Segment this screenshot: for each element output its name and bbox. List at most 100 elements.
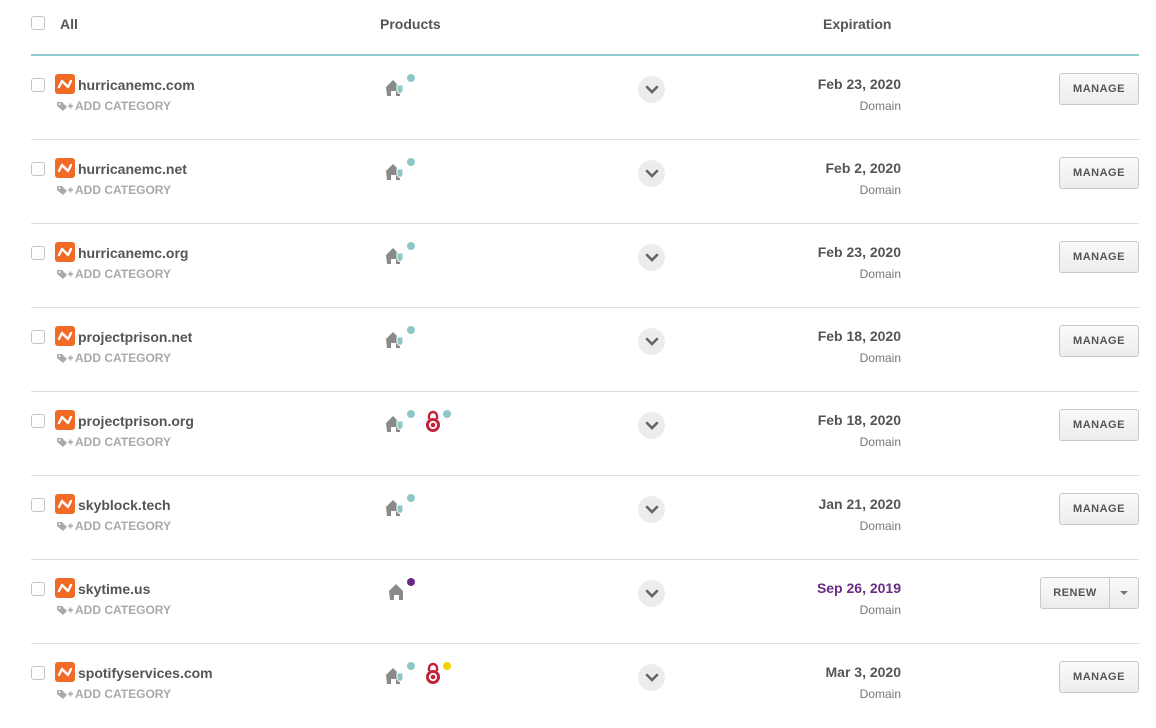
row-checkbox[interactable] xyxy=(31,666,45,680)
add-category-label: ADD CATEGORY xyxy=(75,267,171,281)
manage-button[interactable]: MANAGE xyxy=(1059,661,1139,693)
manage-button[interactable]: MANAGE xyxy=(1059,409,1139,441)
manage-button[interactable]: MANAGE xyxy=(1059,241,1139,273)
add-category-link[interactable]: ADD CATEGORY xyxy=(56,435,171,449)
namecheap-logo-icon xyxy=(55,326,75,346)
row-checkbox[interactable] xyxy=(31,78,45,92)
expiration-date: Feb 18, 2020 xyxy=(817,328,901,344)
manage-button[interactable]: MANAGE xyxy=(1059,325,1139,357)
product-type-label: Domain xyxy=(859,687,901,701)
tag-plus-icon xyxy=(57,522,73,531)
tag-plus-icon xyxy=(57,270,73,279)
namecheap-logo-icon xyxy=(55,74,75,94)
hosting-shield-icon[interactable] xyxy=(386,410,418,434)
hosting-shield-icon[interactable] xyxy=(386,158,418,182)
row-checkbox[interactable] xyxy=(31,582,45,596)
expand-details-button[interactable] xyxy=(638,664,665,691)
domain-name-link[interactable]: skytime.us xyxy=(78,581,150,597)
ssl-lock-icon[interactable] xyxy=(424,410,456,434)
expiration-date: Feb 2, 2020 xyxy=(825,160,902,176)
hosting-icon[interactable] xyxy=(389,578,421,602)
hosting-shield-icon[interactable] xyxy=(386,326,418,350)
chevron-down-icon xyxy=(645,505,658,514)
domain-row: hurricanemc.com ADD CATEGORY Feb 23, 202… xyxy=(0,56,1156,140)
product-type-label: Domain xyxy=(859,603,901,617)
row-checkbox[interactable] xyxy=(31,498,45,512)
product-type-label: Domain xyxy=(859,519,901,533)
domain-row: skyblock.tech ADD CATEGORY Jan 21, 2020 … xyxy=(0,476,1156,560)
chevron-down-icon xyxy=(645,589,658,598)
renew-options-button[interactable] xyxy=(1109,577,1139,609)
expiration-date: Feb 23, 2020 xyxy=(817,76,901,92)
namecheap-logo-icon xyxy=(55,242,75,262)
row-checkbox[interactable] xyxy=(31,414,45,428)
chevron-down-icon xyxy=(645,169,658,178)
expand-details-button[interactable] xyxy=(638,328,665,355)
manage-button[interactable]: MANAGE xyxy=(1059,73,1139,105)
expiration-date: Feb 23, 2020 xyxy=(817,244,901,260)
add-category-label: ADD CATEGORY xyxy=(75,603,171,617)
add-category-link[interactable]: ADD CATEGORY xyxy=(56,687,171,701)
add-category-link[interactable]: ADD CATEGORY xyxy=(56,351,171,365)
domain-row: skytime.us ADD CATEGORY Sep 26, 2019 Dom… xyxy=(0,560,1156,644)
add-category-label: ADD CATEGORY xyxy=(75,519,171,533)
expand-details-button[interactable] xyxy=(638,580,665,607)
expand-details-button[interactable] xyxy=(638,412,665,439)
add-category-link[interactable]: ADD CATEGORY xyxy=(56,267,171,281)
all-label: All xyxy=(60,16,78,32)
add-category-label: ADD CATEGORY xyxy=(75,687,171,701)
ssl-lock-icon[interactable] xyxy=(424,662,456,686)
tag-plus-icon xyxy=(57,186,73,195)
hosting-shield-icon[interactable] xyxy=(386,494,418,518)
select-all-checkbox[interactable] xyxy=(31,16,45,30)
domain-row: hurricanemc.net ADD CATEGORY Feb 2, 2020… xyxy=(0,140,1156,224)
namecheap-logo-icon xyxy=(55,662,75,682)
domain-row: hurricanemc.org ADD CATEGORY Feb 23, 202… xyxy=(0,224,1156,308)
add-category-link[interactable]: ADD CATEGORY xyxy=(56,99,171,113)
add-category-link[interactable]: ADD CATEGORY xyxy=(56,183,171,197)
expand-details-button[interactable] xyxy=(638,160,665,187)
domain-row: projectprison.net ADD CATEGORY Feb 18, 2… xyxy=(0,308,1156,392)
expand-details-button[interactable] xyxy=(638,244,665,271)
manage-button[interactable]: MANAGE xyxy=(1059,493,1139,525)
hosting-shield-icon[interactable] xyxy=(386,242,418,266)
renew-button[interactable]: RENEW xyxy=(1040,577,1110,609)
add-category-link[interactable]: ADD CATEGORY xyxy=(56,519,171,533)
domain-name-link[interactable]: skyblock.tech xyxy=(78,497,171,513)
manage-button[interactable]: MANAGE xyxy=(1059,157,1139,189)
tag-plus-icon xyxy=(57,438,73,447)
tag-plus-icon xyxy=(57,354,73,363)
domain-name-link[interactable]: hurricanemc.net xyxy=(78,161,187,177)
tag-plus-icon xyxy=(57,690,73,699)
expiration-date: Sep 26, 2019 xyxy=(816,580,901,596)
hosting-shield-icon[interactable] xyxy=(386,74,418,98)
domain-row: projectprison.org ADD CATEGORY Feb 18, 2… xyxy=(0,392,1156,476)
namecheap-logo-icon xyxy=(55,158,75,178)
product-type-label: Domain xyxy=(859,351,901,365)
namecheap-logo-icon xyxy=(55,578,75,598)
add-category-label: ADD CATEGORY xyxy=(75,183,171,197)
table-header: All Products Expiration xyxy=(0,0,1156,56)
domain-name-link[interactable]: spotifyservices.com xyxy=(78,665,213,681)
product-type-label: Domain xyxy=(859,183,901,197)
expiration-date: Jan 21, 2020 xyxy=(818,496,901,512)
domain-name-link[interactable]: projectprison.net xyxy=(78,329,192,345)
product-type-label: Domain xyxy=(859,99,901,113)
row-checkbox[interactable] xyxy=(31,330,45,344)
expand-details-button[interactable] xyxy=(638,496,665,523)
domain-name-link[interactable]: projectprison.org xyxy=(78,413,194,429)
caret-down-icon xyxy=(1120,591,1128,595)
row-checkbox[interactable] xyxy=(31,246,45,260)
add-category-link[interactable]: ADD CATEGORY xyxy=(56,603,171,617)
domain-name-link[interactable]: hurricanemc.org xyxy=(78,245,188,261)
row-checkbox[interactable] xyxy=(31,162,45,176)
expiration-column-header[interactable]: Expiration xyxy=(823,16,891,32)
hosting-shield-icon[interactable] xyxy=(386,662,418,686)
expand-details-button[interactable] xyxy=(638,76,665,103)
domain-name-link[interactable]: hurricanemc.com xyxy=(78,77,195,93)
domain-row: spotifyservices.com ADD CATEGORY Mar 3, … xyxy=(0,644,1156,728)
chevron-down-icon xyxy=(645,337,658,346)
namecheap-logo-icon xyxy=(55,410,75,430)
tag-plus-icon xyxy=(57,606,73,615)
product-type-label: Domain xyxy=(859,435,901,449)
